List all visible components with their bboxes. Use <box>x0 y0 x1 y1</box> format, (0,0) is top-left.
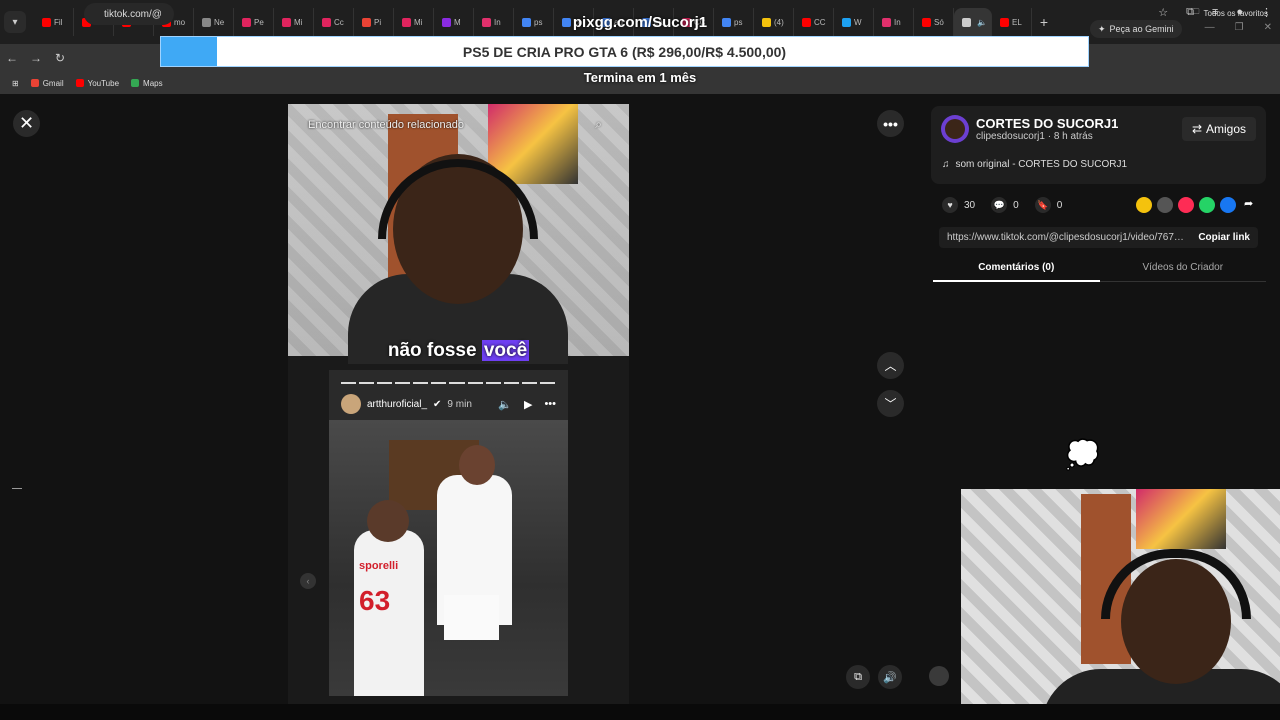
story-progress-segment <box>413 382 429 384</box>
screen: { "overlay": { "stream_url": "pixgg.com/… <box>0 0 1280 720</box>
goal-deadline: Termina em 1 mês <box>583 70 697 85</box>
story-progress-segment <box>449 382 465 384</box>
story-avatar <box>341 394 361 414</box>
story-progress-segment <box>431 382 447 384</box>
story-volume-icon: 🔈 <box>498 399 512 411</box>
video-url: https://www.tiktok.com/@clipesdosucorj1/… <box>947 232 1187 243</box>
stream-url-overlay: pixgg.com/Sucorj1 <box>572 14 708 31</box>
story-scene: sporelli 63 <box>329 420 568 696</box>
story-progress-segment <box>467 382 483 384</box>
creator-avatar[interactable] <box>941 115 969 143</box>
share-option-icon[interactable] <box>1178 197 1194 213</box>
engagement-stats: ♥ 30 💬 0 🔖 0 <box>942 197 1072 213</box>
tab-creator-videos[interactable]: Vídeos do Criador <box>1099 258 1266 282</box>
friends-button[interactable]: ⇄ Amigos <box>1182 117 1256 141</box>
related-search-bar[interactable]: Encontrar conteúdo relacionado ⌕ <box>298 112 610 138</box>
close-video-button[interactable]: ✕ <box>13 110 40 137</box>
story-controls: 🔈 ▶ ••• <box>498 398 556 411</box>
goal-title: PS5 DE CRIA PRO GTA 6 (R$ 296,00/R$ 4.50… <box>462 43 787 60</box>
sound-name: som original - CORTES DO SUCORJ1 <box>955 159 1128 170</box>
comment-icon[interactable]: 💬 <box>991 197 1008 213</box>
story-more-icon: ••• <box>544 398 556 410</box>
video-link-box: https://www.tiktok.com/@clipesdosucorj1/… <box>939 227 1258 248</box>
comment-count: 0 <box>1013 199 1019 211</box>
caption-text: não fosse <box>387 340 482 361</box>
share-option-icon[interactable] <box>1136 197 1152 213</box>
save-count: 0 <box>1056 199 1063 211</box>
back-button[interactable]: ← <box>0 51 24 65</box>
story-progress-segment <box>521 382 537 384</box>
bookmark-icon[interactable]: 🔖 <box>1034 197 1051 213</box>
story-progress-segment <box>341 382 357 384</box>
chevron-left-icon[interactable]: ‹ <box>300 573 316 589</box>
forward-button[interactable]: → <box>24 51 48 65</box>
share-option-icon[interactable] <box>1157 197 1173 213</box>
goal-progress-fill <box>161 37 217 66</box>
story-progress-segment <box>377 382 393 384</box>
story-progress-segment <box>503 382 519 384</box>
floating-player-button[interactable]: ⧉ <box>846 665 870 689</box>
like-count: 30 <box>964 199 976 211</box>
share-option-icon[interactable] <box>1220 197 1236 213</box>
story-header: artthuroficial_ ✔ 9 min <box>341 394 472 414</box>
donation-goal-banner: PS5 DE CRIA PRO GTA 6 (R$ 296,00/R$ 4.50… <box>160 36 1089 67</box>
creator-name[interactable]: CORTES DO SUCORJ1 <box>976 116 1118 131</box>
commenter-avatar <box>929 666 949 686</box>
share-option-icon[interactable] <box>1199 197 1215 213</box>
friends-icon: ⇄ <box>1191 122 1203 136</box>
like-icon[interactable]: ♥ <box>942 197 958 213</box>
story-username: artthuroficial_ <box>367 398 428 410</box>
story-progress-segment <box>485 382 501 384</box>
empty-comments-icon: 💭 <box>1065 439 1100 470</box>
bottom-bar <box>0 704 1280 720</box>
tab-comments[interactable]: Comentários (0) <box>933 258 1100 282</box>
jersey-brand: sporelli <box>359 560 399 572</box>
copy-link-button[interactable]: Copiar link <box>1198 232 1250 243</box>
video-top-frame <box>288 104 629 364</box>
related-search-placeholder: Encontrar conteúdo relacionado <box>308 119 464 131</box>
music-note-icon: ♫ <box>942 159 950 170</box>
search-icon[interactable]: ⌕ <box>595 117 602 132</box>
sound-link[interactable]: ♫ som original - CORTES DO SUCORJ1 <box>942 159 1127 170</box>
share-icons <box>1136 197 1236 213</box>
video-player[interactable]: Encontrar conteúdo relacionado ⌕ não fos… <box>288 104 629 704</box>
story-embed: artthuroficial_ ✔ 9 min 🔈 ▶ ••• sporelli… <box>329 370 568 696</box>
volume-button[interactable]: 🔊 <box>878 665 902 689</box>
panel-tabs: Comentários (0) Vídeos do Criador <box>933 258 1266 282</box>
story-time: 9 min <box>447 398 472 410</box>
reload-button[interactable]: ↻ <box>48 51 72 65</box>
story-play-icon: ▶ <box>523 399 533 411</box>
more-options-button[interactable]: ••• <box>877 110 904 137</box>
caption-highlight: você <box>481 340 530 361</box>
side-dash <box>12 488 22 489</box>
friends-label: Amigos <box>1206 122 1247 136</box>
share-arrow-icon[interactable]: ➦ <box>1244 197 1253 210</box>
previous-video-button[interactable]: ︿ <box>877 352 904 379</box>
creator-handle-time: clipesdosucorj1 · 8 h atrás <box>976 131 1093 142</box>
story-progress-bars <box>341 382 555 384</box>
story-progress-segment <box>359 382 375 384</box>
story-progress-segment <box>395 382 411 384</box>
webcam-overlay <box>961 489 1280 720</box>
jersey-number: 63 <box>359 585 391 616</box>
verified-icon: ✔ <box>433 398 442 410</box>
next-video-button[interactable]: ﹀ <box>877 390 904 417</box>
video-caption: não fosse você <box>288 340 629 362</box>
story-progress-segment <box>539 382 555 384</box>
